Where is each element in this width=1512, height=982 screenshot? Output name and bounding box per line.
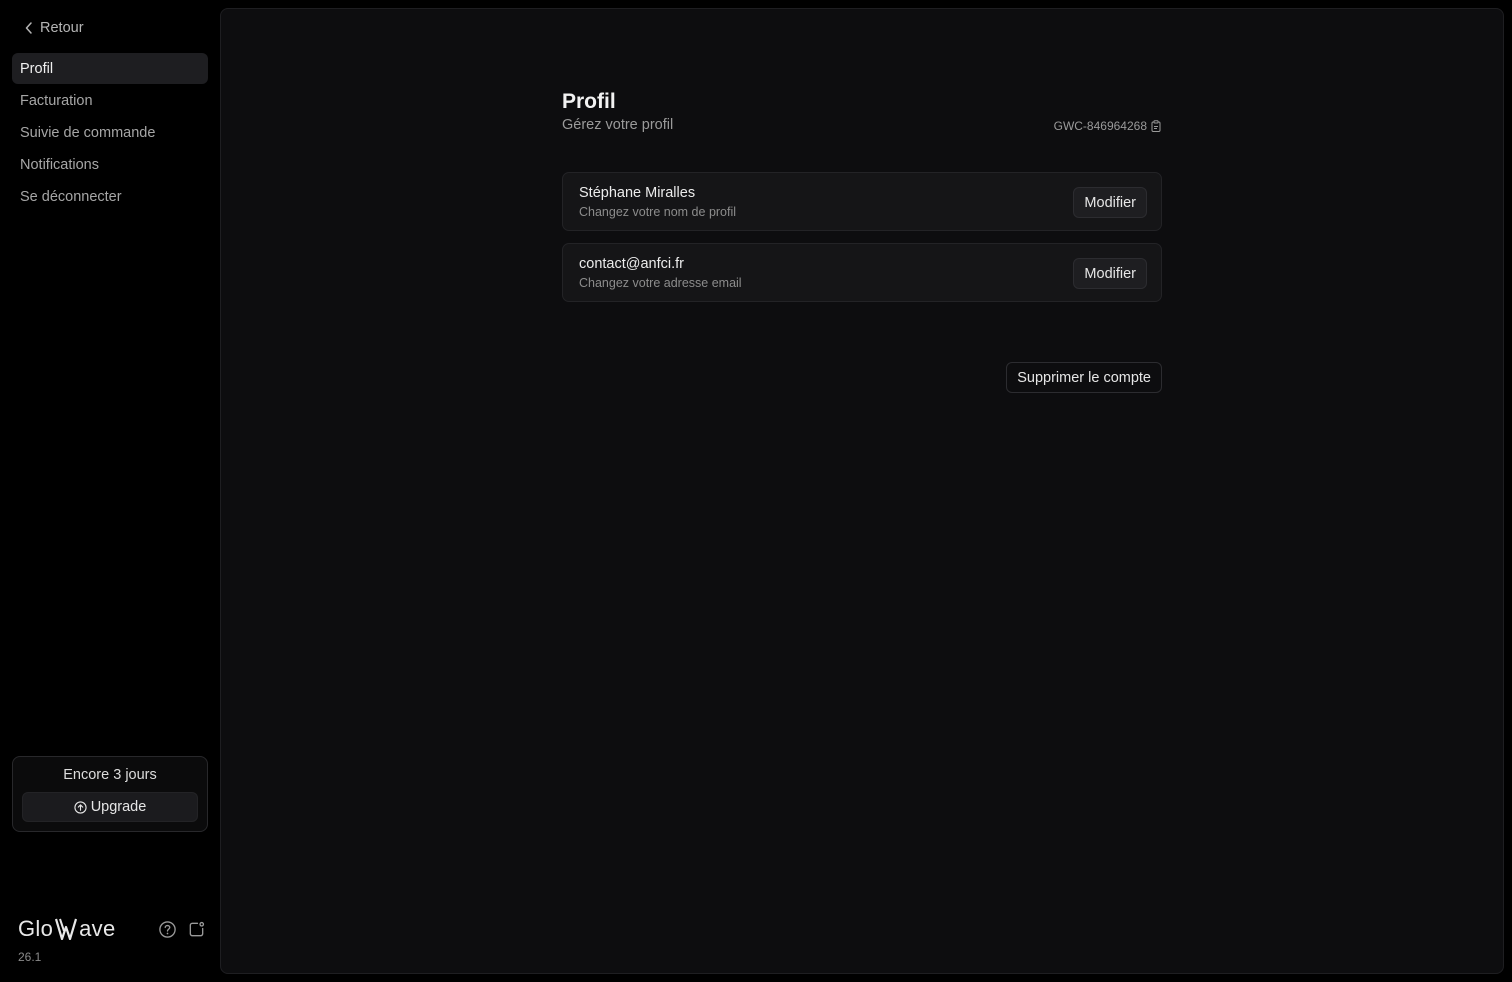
arrow-up-circle-icon: [74, 800, 87, 814]
delete-account-button[interactable]: Supprimer le compte: [1006, 362, 1162, 393]
profile-email-description: Changez votre adresse email: [579, 276, 742, 290]
sidebar-item-label: Se déconnecter: [20, 188, 122, 205]
sidebar-item-label: Notifications: [20, 156, 99, 173]
name-card: Stéphane Miralles Changez votre nom de p…: [562, 172, 1162, 231]
sidebar-item-profil[interactable]: Profil: [12, 53, 208, 84]
sidebar-item-label: Profil: [20, 60, 54, 77]
back-label: Retour: [40, 20, 84, 36]
sidebar-item-se-deconnecter[interactable]: Se déconnecter: [12, 181, 208, 212]
chevron-left-icon: [25, 22, 32, 34]
edit-email-button[interactable]: Modifier: [1073, 258, 1147, 289]
account-id[interactable]: GWC-846964268: [1054, 119, 1162, 133]
trial-card: Encore 3 jours Upgrade: [12, 756, 208, 832]
back-link[interactable]: Retour: [24, 18, 84, 38]
help-circle-icon[interactable]: [158, 920, 177, 939]
copy-icon[interactable]: [1150, 120, 1162, 132]
email-card: contact@anfci.fr Changez votre adresse e…: [562, 243, 1162, 302]
app: Retour Profil Facturation Suivie de comm…: [0, 0, 1512, 982]
sidebar-nav: Profil Facturation Suivie de commande No…: [12, 53, 208, 213]
account-id-value: GWC-846964268: [1053, 119, 1147, 133]
share-icon[interactable]: [187, 920, 206, 939]
page-title: Profil: [562, 90, 616, 113]
sidebar-item-facturation[interactable]: Facturation: [12, 85, 208, 116]
app-version: 26.1: [18, 950, 42, 964]
sidebar-item-label: Facturation: [20, 92, 93, 109]
sidebar: Retour Profil Facturation Suivie de comm…: [0, 0, 220, 982]
sidebar-item-label: Suivie de commande: [20, 124, 156, 141]
sidebar-item-notifications[interactable]: Notifications: [12, 149, 208, 180]
glowave-logo: Glo ave: [18, 916, 116, 941]
profile-email: contact@anfci.fr: [579, 256, 684, 272]
upgrade-label: Upgrade: [90, 799, 147, 815]
logo-mark: [55, 918, 78, 940]
trial-remaining-text: Encore 3 jours: [63, 767, 157, 783]
sidebar-item-suivie-de-commande[interactable]: Suivie de commande: [12, 117, 208, 148]
edit-name-button[interactable]: Modifier: [1073, 187, 1147, 218]
profile-name: Stéphane Miralles: [579, 185, 696, 201]
upgrade-button[interactable]: Upgrade: [22, 792, 198, 822]
profile-section: Profil Gérez votre profil GWC-846964268 …: [562, 89, 1162, 393]
sidebar-footer-actions: [158, 920, 206, 939]
main-panel: Profil Gérez votre profil GWC-846964268 …: [220, 8, 1504, 974]
profile-name-description: Changez votre nom de profil: [579, 205, 737, 219]
